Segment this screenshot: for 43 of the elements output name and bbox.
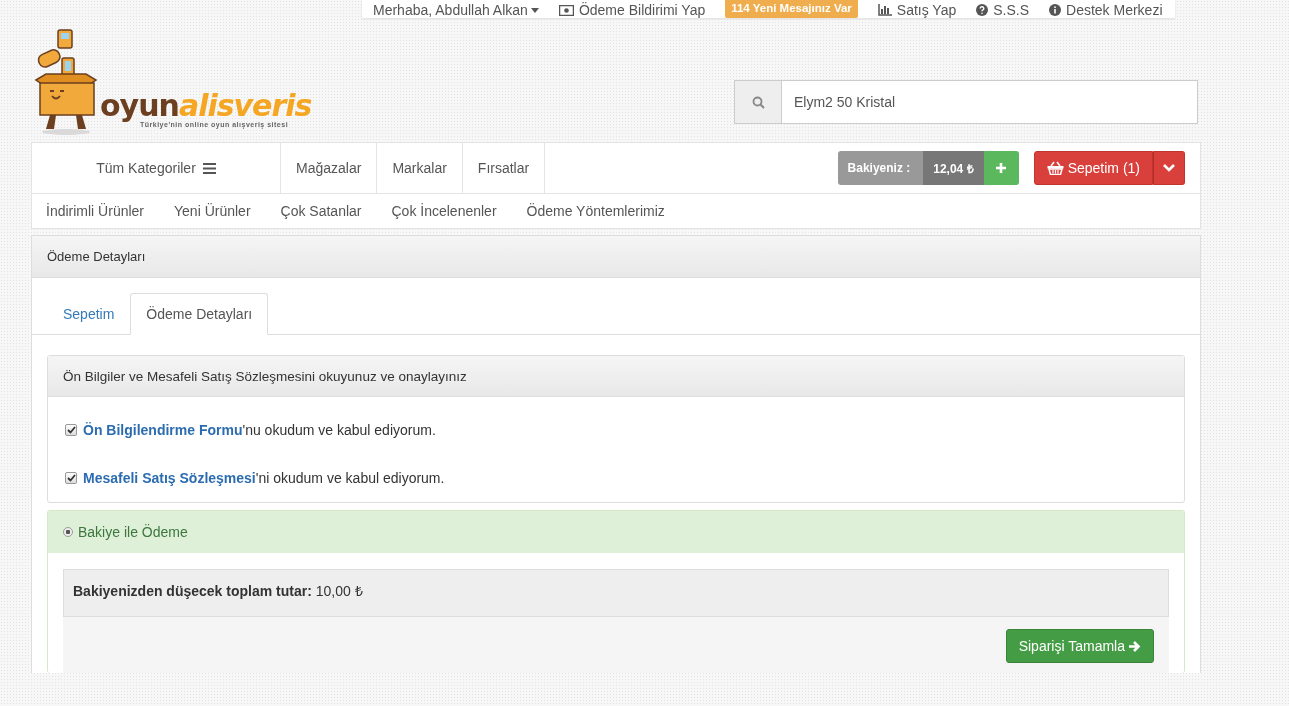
total-amount-text: Bakiyenizden düşecek toplam tutar: 10,00 ₺ — [73, 583, 363, 599]
money-icon — [558, 4, 574, 16]
sub-nav-link[interactable]: Çok İncelenenler — [391, 203, 497, 219]
chevron-down-icon — [1163, 164, 1175, 172]
sub-nav-link[interactable]: Çok Satanlar — [280, 203, 362, 219]
payment-notice-link[interactable]: Ödeme Bildirimi Yap — [578, 2, 706, 18]
menu-icon — [202, 162, 216, 174]
bar-chart-icon — [877, 4, 892, 16]
checkbox[interactable] — [65, 424, 77, 436]
plus-icon — [996, 163, 1007, 173]
cart-button[interactable]: Sepetim (1) — [1033, 151, 1153, 185]
nav-link[interactable]: Mağazalar — [281, 143, 378, 193]
support-link[interactable]: Destek Merkezi — [1066, 2, 1163, 18]
checkbox[interactable] — [65, 472, 77, 484]
cart-dropdown-button[interactable] — [1153, 151, 1185, 185]
caret-icon — [530, 7, 539, 13]
agreement-text: Mesafeli Satış Sözleşmesi'ni okudum ve kabul ediyorum. — [83, 470, 445, 486]
agreement-text: Ön Bilgilendirme Formu'nu okudum ve kabul ediyorum. — [83, 422, 436, 438]
faq-link[interactable]: S.S.S — [993, 2, 1030, 18]
nav-link[interactable]: Markalar — [377, 143, 463, 193]
basket-icon — [1046, 161, 1064, 175]
sell-link[interactable]: Satış Yap — [896, 2, 957, 18]
agreement-link[interactable]: Ön Bilgilendirme Formu — [83, 422, 243, 438]
payment-option-label[interactable]: Bakiye ile Ödeme — [78, 524, 188, 540]
tab[interactable]: Ödeme Detayları — [130, 293, 269, 335]
radio-button[interactable] — [63, 527, 73, 537]
search-icon — [751, 95, 765, 109]
tab[interactable]: Sepetim — [47, 293, 131, 335]
sub-nav-link[interactable]: İndirimli Ürünler — [46, 203, 145, 219]
search-field[interactable]: Elym2 50 Kristal — [782, 80, 1198, 124]
panel-title: Ödeme Detayları — [47, 249, 146, 264]
add-balance-button[interactable] — [983, 151, 1019, 185]
balance-amount: 12,04 ₺ — [923, 151, 984, 185]
nav-link[interactable]: Fırsatlar — [462, 143, 546, 193]
balance-label: Bakiyeniz : — [837, 151, 924, 185]
agreement-link[interactable]: Mesafeli Satış Sözleşmesi — [83, 470, 256, 486]
sub-nav-link[interactable]: Yeni Ürünler — [174, 203, 251, 219]
agreements-heading: Ön Bilgiler ve Mesafeli Satış Sözleşmesini okuyunuz ve onaylayınız — [63, 368, 467, 384]
user-menu[interactable]: Merhaba, Abdullah Alkan — [373, 2, 539, 18]
logo-wordmark[interactable]: oyun — [100, 88, 179, 123]
sub-nav-link[interactable]: Ödeme Yöntemlerimiz — [526, 203, 665, 219]
all-categories-menu[interactable]: Tüm Kategoriler — [32, 143, 281, 193]
arrow-right-icon — [1129, 640, 1141, 652]
